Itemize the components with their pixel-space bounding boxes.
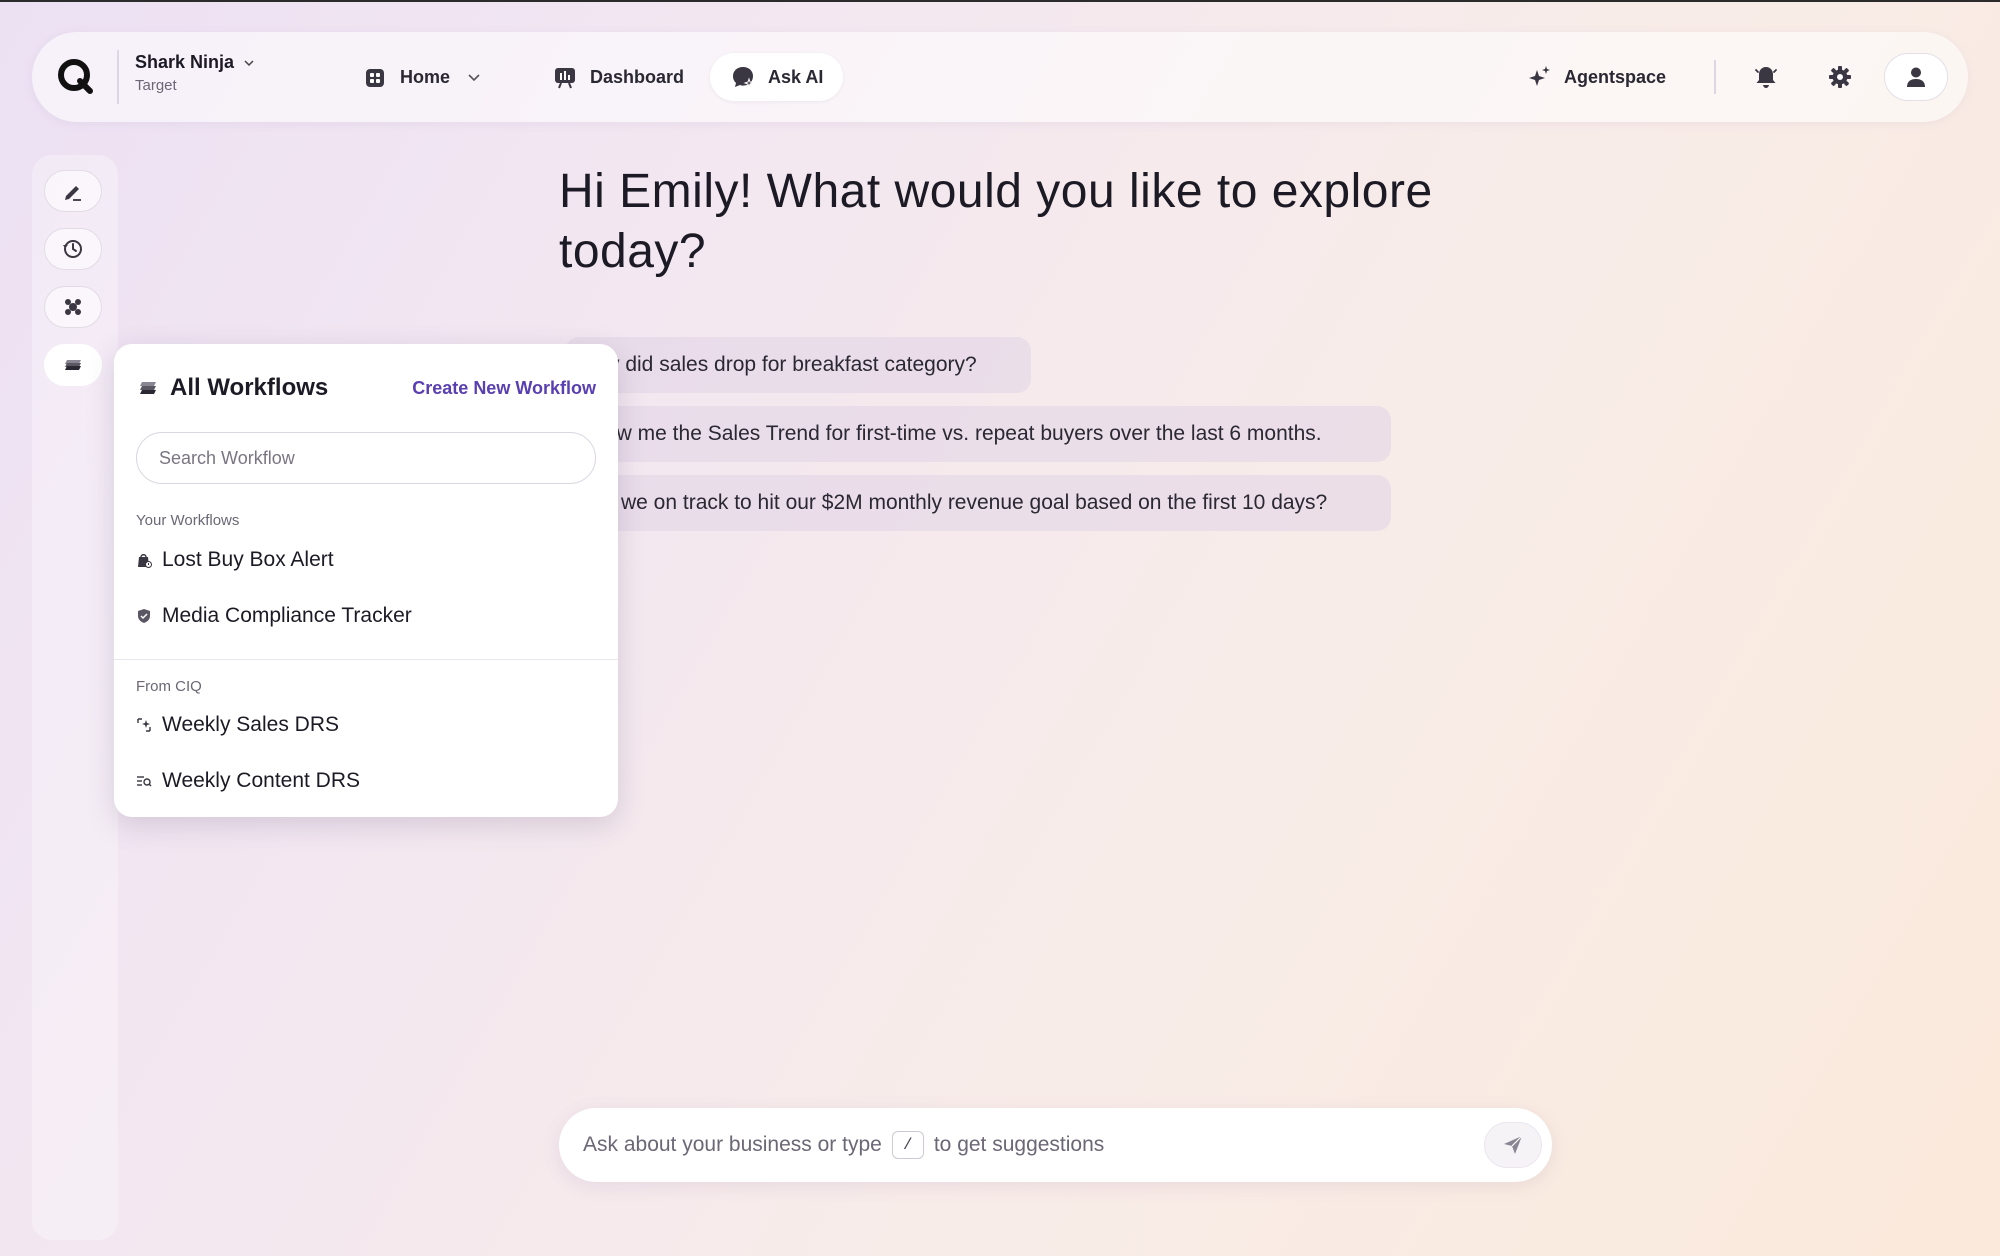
- user-icon: [1907, 67, 1925, 87]
- content-search-icon: [137, 776, 152, 787]
- edit-icon: [65, 186, 81, 201]
- workflow-item-media-compliance[interactable]: Media Compliance Tracker: [136, 604, 412, 628]
- account-name: Shark Ninja: [135, 52, 235, 72]
- workflow-search-input[interactable]: [136, 432, 596, 484]
- from-ciq-label: From CIQ: [136, 678, 202, 695]
- workflows-icon: [140, 382, 156, 394]
- gear-icon: [1829, 66, 1851, 88]
- agents-icon: [65, 299, 81, 315]
- chat-input[interactable]: Ask about your business or type / to get…: [559, 1108, 1552, 1182]
- nav-home[interactable]: Home: [342, 53, 502, 101]
- nav-dashboard[interactable]: Dashboard: [532, 53, 704, 101]
- workflow-item-label: Weekly Sales DRS: [162, 713, 340, 736]
- sparkle-icon: [1529, 66, 1550, 86]
- workflow-item-weekly-content[interactable]: Weekly Content DRS: [136, 769, 360, 793]
- suggestion-chip[interactable]: we on track to hit our $2M monthly reven…: [565, 475, 1391, 531]
- your-workflows-label: Your Workflows: [136, 512, 240, 529]
- account-switcher[interactable]: Shark Ninja Target: [117, 50, 256, 104]
- nav-home-label: Home: [400, 66, 451, 87]
- profile-button[interactable]: [1884, 53, 1948, 101]
- shield-check-icon: [138, 609, 150, 623]
- new-chat-button[interactable]: [44, 170, 102, 212]
- create-workflow-link[interactable]: Create New Workflow: [412, 378, 596, 399]
- history-icon: [63, 240, 82, 258]
- workflow-item-label: Media Compliance Tracker: [162, 604, 412, 627]
- workflow-item-label: Lost Buy Box Alert: [162, 548, 334, 571]
- workflow-item-lost-buy-box[interactable]: Lost Buy Box Alert: [136, 548, 334, 572]
- workflows-button[interactable]: [44, 344, 102, 386]
- chevron-down-icon: [468, 74, 480, 82]
- dashboard-icon: [555, 68, 575, 89]
- left-sidebar: [32, 155, 118, 1240]
- agents-button[interactable]: [44, 286, 102, 328]
- workflow-item-label: Weekly Content DRS: [162, 769, 361, 792]
- home-icon: [366, 69, 384, 87]
- account-retailer: Target: [135, 77, 177, 94]
- chevron-down-icon: [244, 59, 254, 66]
- send-button[interactable]: [1484, 1122, 1542, 1168]
- workflow-item-weekly-sales[interactable]: Weekly Sales DRS: [136, 713, 339, 737]
- bag-alert-icon: [138, 554, 152, 568]
- chat-placeholder-suffix: to get suggestions: [933, 1133, 1105, 1156]
- suggestion-chip[interactable]: ow me the Sales Trend for first-time vs.…: [565, 406, 1391, 462]
- agentspace-label: Agentspace: [1564, 66, 1667, 87]
- ask-ai-icon: [733, 67, 755, 89]
- notifications-button[interactable]: [1742, 53, 1790, 101]
- suggestion-chip[interactable]: y did sales drop for breakfast category?: [565, 337, 1031, 393]
- app-logo-icon[interactable]: [54, 55, 98, 99]
- nav-ask-ai-label: Ask AI: [768, 66, 824, 87]
- slash-key-hint: /: [891, 1131, 924, 1159]
- top-navigation-bar: Shark Ninja Target Home Dashboard Ask AI…: [32, 32, 1968, 122]
- send-icon: [1504, 1135, 1523, 1154]
- settings-button[interactable]: [1816, 53, 1864, 101]
- nav-ask-ai[interactable]: Ask AI: [710, 53, 844, 101]
- chat-placeholder: Ask about your business or type / to get…: [583, 1131, 1104, 1159]
- popup-divider: [114, 659, 618, 660]
- nav-dashboard-label: Dashboard: [590, 66, 685, 87]
- window-top-border: [0, 0, 2000, 2]
- workflows-icon: [65, 360, 81, 370]
- popup-header: All Workflows: [136, 374, 328, 402]
- bell-icon: [1755, 67, 1777, 88]
- chat-placeholder-prefix: Ask about your business or type: [583, 1133, 882, 1156]
- popup-title: All Workflows: [170, 374, 329, 401]
- greeting-heading: Hi Emily! What would you like to explore…: [559, 165, 1433, 278]
- agentspace-button[interactable]: Agentspace: [1526, 53, 1666, 101]
- workflows-popup: All Workflows Create New Workflow Your W…: [114, 344, 618, 817]
- sales-sparkle-icon: [137, 718, 151, 732]
- header-divider: [1714, 60, 1716, 94]
- history-button[interactable]: [44, 228, 102, 270]
